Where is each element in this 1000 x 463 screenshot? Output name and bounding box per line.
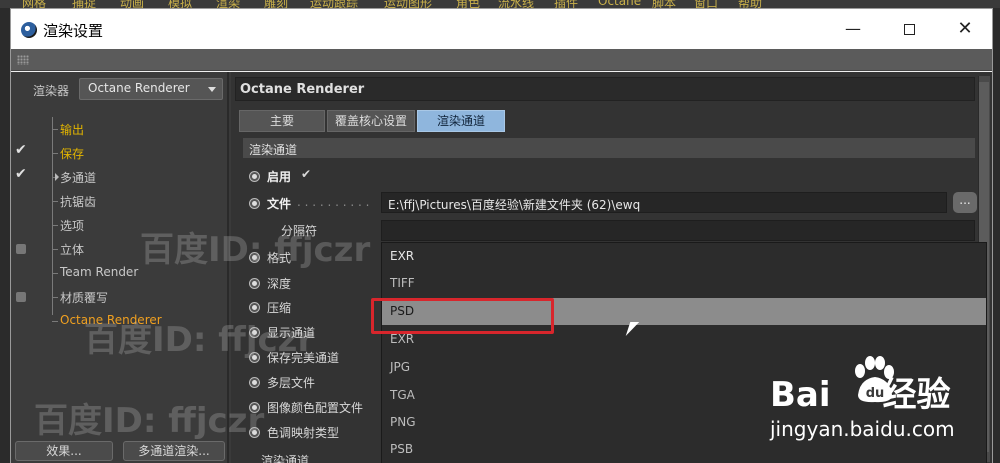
checkbox-stereo[interactable] <box>16 244 26 254</box>
tree-item-label: 保存 <box>60 147 85 161</box>
chevron-down-icon <box>208 87 216 92</box>
tab-render-passes[interactable]: 渲染通道 <box>417 110 505 132</box>
check-icon[interactable]: ✔ <box>15 166 27 182</box>
red-highlight-annotation <box>371 298 554 334</box>
renderer-select[interactable]: Octane Renderer <box>79 78 223 100</box>
tree-item-label: 多通道 <box>60 171 97 185</box>
title-bar: 渲染设置 — ✕ <box>11 9 992 49</box>
expand-arrow-icon[interactable] <box>55 173 59 181</box>
format-option[interactable]: EXR <box>382 243 986 270</box>
separator-field[interactable] <box>381 220 975 241</box>
multilayer-label: 多层文件 <box>267 376 316 390</box>
watermark-text: 百度ID: ffjczr <box>34 401 265 441</box>
tree-item-label: 输出 <box>60 123 85 137</box>
close-button[interactable]: ✕ <box>943 15 987 43</box>
maximize-icon <box>903 24 915 35</box>
renderer-select-value: Octane Renderer <box>88 81 190 95</box>
grip-icon[interactable] <box>17 55 29 65</box>
section-title: 渲染通道 <box>243 138 975 158</box>
maximize-button[interactable] <box>887 15 931 43</box>
tool-strip <box>11 49 992 71</box>
tree-connector-line <box>52 117 53 315</box>
watermark-text: 百度ID: ffjczr <box>140 230 371 270</box>
keyframe-radio[interactable] <box>249 377 260 388</box>
window-title: 渲染设置 <box>43 22 104 40</box>
tree-item-label: 材质覆写 <box>60 291 109 305</box>
enable-checkbox[interactable]: ✔ <box>301 167 311 181</box>
color-profile-label: 图像颜色配置文件 <box>267 401 364 415</box>
watermark-text: 百度ID: ffjczr <box>84 320 315 360</box>
tree-item-label: Team Render <box>60 265 139 279</box>
multipass-render-button[interactable]: 多通道渲染... <box>123 441 225 461</box>
host-menu-item[interactable]: Octane <box>598 0 641 8</box>
bottom-section-title: 渲染通道 <box>261 454 310 463</box>
tab-main[interactable]: 主要 <box>239 110 325 132</box>
panel-header: Octane Renderer <box>235 77 975 101</box>
tree-item-label: 选项 <box>60 219 85 233</box>
svg-text:du: du <box>866 386 885 401</box>
tab-core-override[interactable]: 覆盖核心设置 <box>327 110 415 132</box>
baidu-logo-bai: Bai <box>770 375 831 415</box>
host-menu-bar: 网格 捕捉 动画 模拟 渲染 雕刻 运动跟踪 运动图形 角色 流水线 插件 Oc… <box>0 0 1000 10</box>
baidu-url-text: jingyan.baidu.com <box>770 417 955 441</box>
enable-label: 启用 <box>267 170 292 184</box>
baidu-jingyan-logo: Bai 经验 du jingyan.baidu.com <box>770 355 980 445</box>
keyframe-radio[interactable] <box>249 278 260 289</box>
tree-item-label: 抗锯齿 <box>60 195 97 209</box>
file-label: 文件 <box>267 197 292 211</box>
check-icon[interactable]: ✔ <box>15 142 27 158</box>
minimize-button[interactable]: — <box>831 15 875 43</box>
keyframe-radio[interactable] <box>249 171 260 182</box>
file-path-field[interactable]: E:\ffj\Pictures\百度经验\新建文件夹 (62)\ewq <box>381 192 947 213</box>
browse-file-button[interactable]: ... <box>953 192 977 213</box>
cinema4d-app-icon <box>21 22 37 38</box>
effects-button[interactable]: 效果... <box>15 441 113 461</box>
renderer-label: 渲染器 <box>33 84 70 98</box>
dot-leader: . . . . . . . . . . <box>297 195 370 209</box>
depth-label: 深度 <box>267 277 292 291</box>
tree-item-label: 立体 <box>60 243 85 257</box>
format-option[interactable]: TIFF <box>382 270 986 297</box>
checkbox-material-override[interactable] <box>16 292 26 302</box>
baidu-paw-icon: du <box>855 356 894 403</box>
screenshot-root: 网格 捕捉 动画 模拟 渲染 雕刻 运动跟踪 运动图形 角色 流水线 插件 Oc… <box>0 0 1000 463</box>
keyframe-radio[interactable] <box>249 198 260 209</box>
tonemap-label: 色调映射类型 <box>267 426 340 440</box>
